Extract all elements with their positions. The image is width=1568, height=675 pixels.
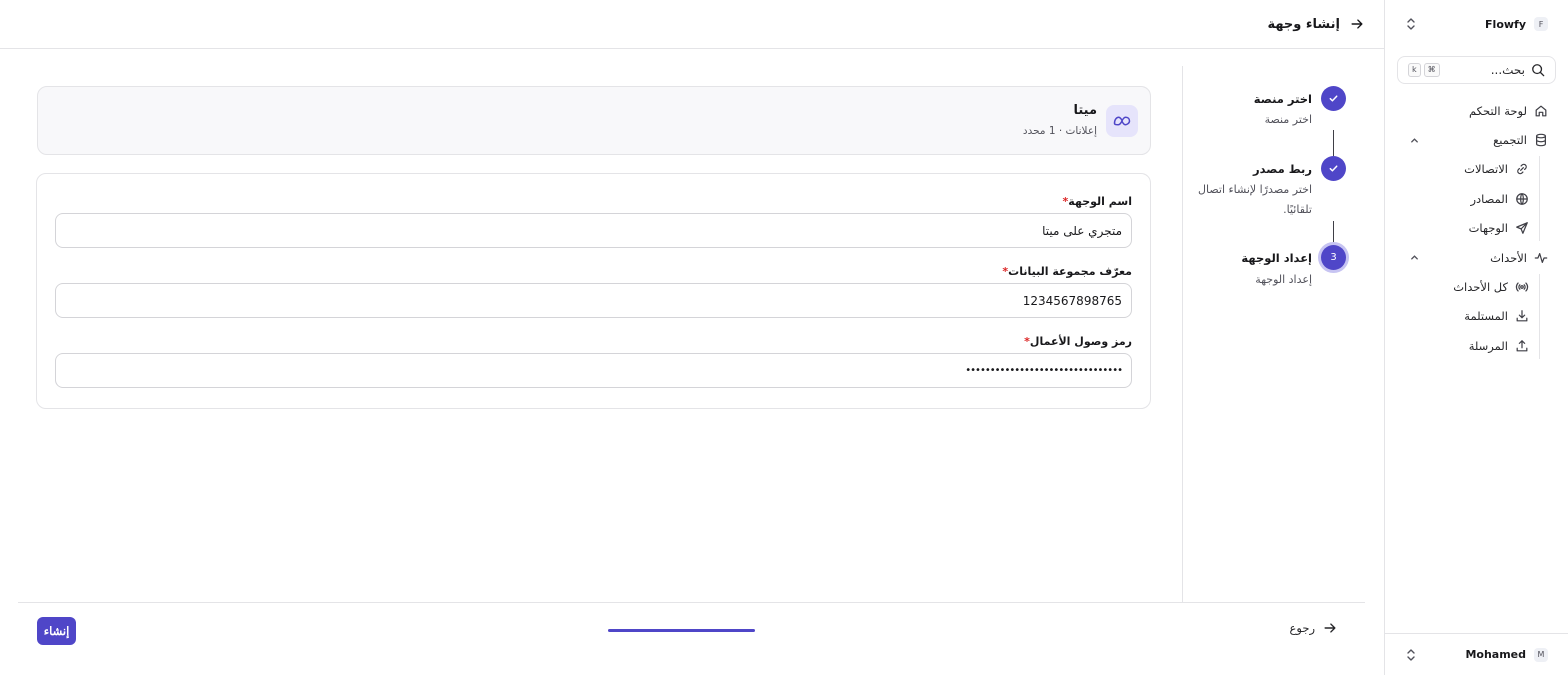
step-title: إعداد الوجهة (1241, 251, 1312, 265)
back-label: رجوع (1289, 621, 1315, 635)
sidebar-item-destinations[interactable]: الوجهات (1397, 215, 1539, 241)
sidebar-item-connections[interactable]: الاتصالات (1397, 156, 1539, 182)
progress-fill (608, 629, 755, 632)
dataset-id-input[interactable]: 1234567898765 (55, 283, 1132, 318)
user-switcher[interactable]: M Mohamed (1385, 633, 1568, 675)
sidebar-item-label: المرسلة (1468, 338, 1508, 353)
field-label-text: رمز وصول الأعمال (1029, 335, 1132, 348)
platform-name: ميتا (1073, 103, 1097, 118)
sidebar-item-received[interactable]: المستلمة (1397, 303, 1539, 329)
check-icon (1321, 156, 1346, 181)
chevron-up-icon[interactable] (1409, 252, 1420, 263)
send-icon (1515, 221, 1529, 235)
dataset-id-field: معرّف مجموعة البيانات* 1234567898765 (55, 265, 1132, 318)
workspace-switcher[interactable]: F Flowfy (1397, 10, 1556, 38)
upload-icon (1515, 339, 1529, 353)
avatar: M (1534, 647, 1548, 662)
field-label: اسم الوجهة* (55, 195, 1132, 208)
field-label: معرّف مجموعة البيانات* (55, 265, 1132, 278)
chevron-up-icon[interactable] (1409, 135, 1420, 146)
broadcast-icon (1515, 280, 1529, 294)
sidebar-item-all-events[interactable]: كل الأحداث (1397, 274, 1539, 300)
sidebar-item-label: الوجهات (1468, 221, 1508, 235)
arrow-right-icon (1323, 621, 1337, 635)
user-name: Mohamed (1465, 648, 1526, 661)
step-connector (1333, 221, 1334, 245)
meta-icon (1106, 105, 1138, 137)
step-title: ربط مصدر (1253, 162, 1312, 176)
create-button[interactable]: إنشاء (37, 617, 76, 645)
database-icon (1534, 133, 1548, 147)
sidebar-item-label: التجميع (1493, 133, 1527, 147)
sidebar-nav: لوحة التحكم التجميع الاتصالات المصادر ال… (1397, 98, 1556, 362)
page-header: إنشاء وجهة (0, 0, 1384, 49)
sidebar-item-collection[interactable]: التجميع (1397, 127, 1556, 153)
field-label: رمز وصول الأعمال* (55, 335, 1132, 348)
chevrons-up-down-icon (1405, 17, 1417, 31)
sidebar-item-label: المستلمة (1464, 309, 1508, 323)
download-icon (1515, 309, 1529, 323)
sidebar-subgroup-collection: الاتصالات المصادر الوجهات (1397, 156, 1540, 241)
search-box[interactable]: بحث... ⌘ k (1397, 56, 1556, 84)
sidebar-item-label: لوحة التحكم (1469, 104, 1527, 118)
chevrons-up-down-icon (1405, 648, 1417, 662)
sidebar-item-label: الاتصالات (1464, 162, 1508, 176)
destination-form: اسم الوجهة* متجري على ميتا معرّف مجموعة … (36, 173, 1151, 409)
home-icon (1534, 104, 1548, 118)
back-button[interactable]: رجوع (1290, 621, 1337, 635)
kbd-key: k (1408, 63, 1421, 77)
kbd-mod: ⌘ (1423, 63, 1440, 77)
sidebar-item-sources[interactable]: المصادر (1397, 186, 1539, 212)
workspace-name: Flowfy (1485, 17, 1526, 31)
step-desc: اختر مصدرًا لإنشاء اتصال تلقائيًا. (1198, 183, 1312, 216)
workspace-avatar: F (1534, 17, 1548, 31)
field-label-text: اسم الوجهة (1068, 195, 1132, 208)
sidebar-item-label: كل الأحداث (1453, 279, 1508, 294)
step-title: اختر منصة (1253, 92, 1312, 106)
sidebar-item-events[interactable]: الأحداث (1397, 245, 1556, 271)
destination-name-input[interactable]: متجري على ميتا (55, 213, 1132, 248)
search-icon (1531, 63, 1545, 77)
wizard-footer: رجوع إنشاء (18, 602, 1365, 675)
step-desc: إعداد الوجهة (1255, 273, 1312, 286)
search-shortcut: ⌘ k (1408, 63, 1440, 77)
selected-platform-card: ميتا إعلانات · 1 محدد (37, 86, 1151, 155)
step-connector (1333, 130, 1334, 156)
access-token-field: رمز وصول الأعمال* ••••••••••••••••••••••… (55, 335, 1132, 388)
sidebar-item-dashboard[interactable]: لوحة التحكم (1397, 98, 1556, 124)
sidebar-item-label: الأحداث (1490, 250, 1527, 265)
back-arrow-icon[interactable] (1350, 17, 1364, 31)
globe-icon (1515, 192, 1529, 206)
sidebar-item-label: المصادر (1470, 191, 1509, 206)
page-title: إنشاء وجهة (1267, 16, 1340, 32)
field-label-text: معرّف مجموعة البيانات (1008, 265, 1132, 278)
check-icon (1321, 86, 1346, 111)
stepper: اختر منصة اختر منصة ربط مصدر اختر مصدرًا… (1182, 66, 1366, 602)
platform-subtitle: إعلانات · 1 محدد (1022, 125, 1097, 137)
link-icon (1515, 162, 1529, 176)
step-desc: اختر منصة (1264, 113, 1312, 126)
access-token-input[interactable]: •••••••••••••••••••••••••••••••• (55, 353, 1132, 388)
search-placeholder: بحث... (1490, 63, 1525, 77)
progress-bar (608, 629, 755, 632)
activity-icon (1534, 251, 1548, 265)
sidebar-subgroup-events: كل الأحداث المستلمة المرسلة (1397, 273, 1540, 359)
step-number: 3 (1321, 245, 1346, 270)
sidebar-item-sent[interactable]: المرسلة (1397, 333, 1539, 359)
destination-name-field: اسم الوجهة* متجري على ميتا (55, 195, 1132, 248)
sidebar: F Flowfy بحث... ⌘ k لوحة التحكم التجميع (1384, 0, 1568, 675)
